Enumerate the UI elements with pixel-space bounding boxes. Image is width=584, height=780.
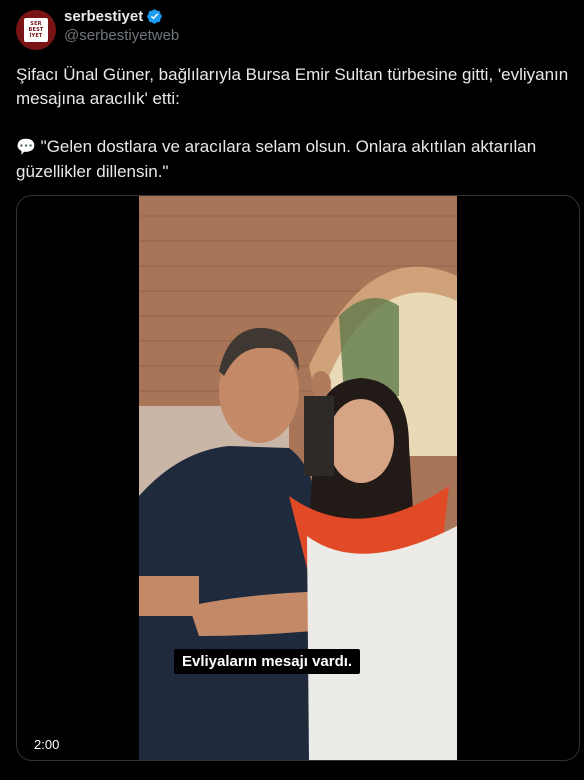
- author-names: serbestiyet @serbestiyetweb: [64, 8, 179, 44]
- avatar[interactable]: SER BEST İYET: [16, 10, 56, 50]
- tweet-header: SER BEST İYET serbestiyet @serbestiyetwe…: [16, 8, 568, 52]
- verified-badge-icon[interactable]: [146, 8, 163, 25]
- author-handle[interactable]: @serbestiyetweb: [64, 27, 179, 44]
- video-subtitle: Evliyaların mesajı vardı.: [174, 649, 361, 674]
- tweet-quote-text: "Gelen dostlara ve aracılara selam olsun…: [16, 137, 537, 181]
- video-duration: 2:00: [34, 737, 60, 752]
- author-display-name[interactable]: serbestiyet: [64, 8, 143, 25]
- name-row: serbestiyet: [64, 8, 179, 25]
- tweet-text-line: Şifacı Ünal Güner, bağlılarıyla Bursa Em…: [16, 65, 569, 108]
- video-player[interactable]: [16, 195, 580, 761]
- tweet-quote: 💬 "Gelen dostlara ve aracılara selam ols…: [16, 135, 572, 184]
- video-frame[interactable]: [139, 196, 457, 760]
- avatar-logo: SER BEST İYET: [24, 18, 48, 42]
- tweet-text: Şifacı Ünal Güner, bağlılarıyla Bursa Em…: [16, 63, 572, 184]
- video-still-image: [139, 196, 457, 760]
- speech-bubble-icon: 💬: [16, 139, 36, 156]
- avatar-logo-line: İYET: [29, 33, 43, 39]
